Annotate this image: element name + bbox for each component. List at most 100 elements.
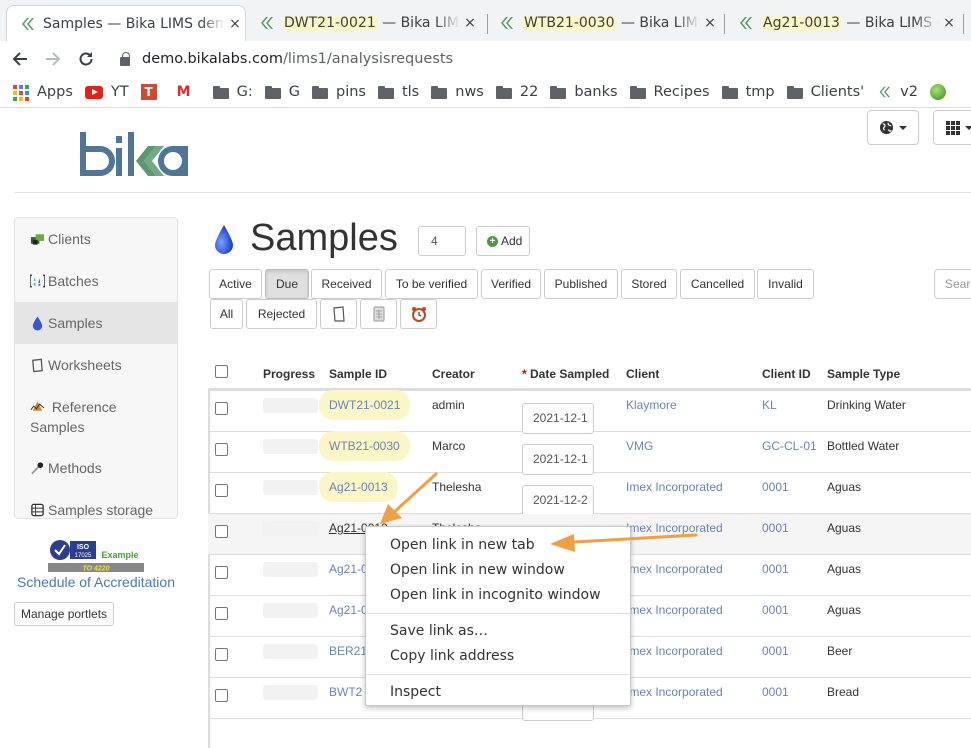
client-id-link[interactable]: 0001: [762, 480, 789, 494]
table-row[interactable]: WTB21-0030Marco2021-12-1VMGGC-CL-01Bottl…: [208, 432, 971, 473]
column-header-progress[interactable]: Progress: [263, 367, 315, 381]
client-link[interactable]: Imex Incorporated: [626, 562, 723, 576]
sidebar-item-reference-samples[interactable]: Reference Samples: [15, 386, 177, 447]
bookmark-folder-recipes[interactable]: Recipes: [630, 84, 710, 100]
row-checkbox[interactable]: [215, 484, 228, 497]
bika-logo[interactable]: [78, 132, 190, 178]
filter-late-button[interactable]: [400, 299, 437, 329]
column-header-creator[interactable]: Creator: [432, 367, 475, 381]
column-header-client[interactable]: Client: [626, 367, 659, 381]
client-link[interactable]: Klaymore: [626, 398, 677, 412]
filter-stored[interactable]: Stored: [621, 269, 677, 299]
sidebar-item-worksheets[interactable]: Worksheets: [15, 344, 177, 386]
row-checkbox[interactable]: [215, 525, 228, 538]
table-row[interactable]: Ag21-0013Thelesha2021-12-2Imex Incorpora…: [208, 473, 971, 514]
filter-all[interactable]: All: [210, 299, 243, 329]
sample-id-link[interactable]: Ag21-0: [329, 603, 368, 617]
client-link[interactable]: Imex Incorporated: [626, 644, 723, 658]
filter-active[interactable]: Active: [209, 269, 262, 299]
filter-invalid[interactable]: Invalid: [757, 269, 814, 299]
browser-tab-dwt21-0021[interactable]: DWT21-0021 — Bika LIMS demo ×: [258, 5, 480, 41]
sample-id-link[interactable]: BWT2: [329, 685, 362, 699]
menu-open-link-new-window[interactable]: Open link in new window: [366, 558, 630, 583]
client-link[interactable]: Imex Incorporated: [626, 603, 723, 617]
back-button[interactable]: [6, 45, 34, 73]
bookmark-folder-pins[interactable]: pins: [312, 84, 366, 100]
bookmark-folder-g[interactable]: G: [265, 84, 300, 100]
filter-worksheet-button[interactable]: [320, 299, 357, 329]
bookmark-yt[interactable]: YT: [85, 84, 129, 100]
sample-id-link[interactable]: Ag21-0013: [329, 480, 398, 494]
address-bar[interactable]: demo.bikalabs.com/lims1/analysisrequests: [106, 44, 971, 74]
client-id-link[interactable]: 0001: [762, 644, 789, 658]
menu-open-link-new-tab[interactable]: Open link in new tab: [366, 533, 630, 558]
bookmark-gmail[interactable]: M: [177, 85, 201, 99]
client-id-link[interactable]: 0001: [762, 521, 789, 535]
bookmark-green-globe[interactable]: [930, 84, 954, 100]
manage-portlets-button[interactable]: Manage portlets: [14, 602, 114, 626]
select-all-checkbox[interactable]: [215, 365, 228, 378]
bookmark-folder-clients[interactable]: Clients': [787, 84, 865, 100]
sidebar-item-batches[interactable]: Batches: [15, 260, 177, 302]
filter-verified[interactable]: Verified: [481, 269, 541, 299]
tab-close-icon[interactable]: ×: [700, 15, 720, 31]
client-id-link[interactable]: 0001: [762, 685, 789, 699]
iso-accreditation-logo[interactable]: ISO 17025 Example TO 4220: [48, 539, 144, 572]
browser-tab-ag21-0013[interactable]: Ag21-0013 — Bika LIMS demo ×: [737, 5, 959, 41]
row-checkbox[interactable]: [215, 648, 228, 661]
forward-button[interactable]: [39, 45, 67, 73]
row-checkbox[interactable]: [215, 607, 228, 620]
bookmark-folder-banks[interactable]: banks: [550, 84, 617, 100]
language-dropdown[interactable]: [867, 110, 919, 145]
bookmark-apps[interactable]: Apps: [13, 84, 73, 100]
sidebar-item-samples-storage[interactable]: Samples storage: [15, 489, 177, 531]
menu-open-link-incognito[interactable]: Open link in incognito window: [366, 583, 630, 608]
filter-rejected[interactable]: Rejected: [246, 299, 317, 329]
row-checkbox[interactable]: [215, 402, 228, 415]
sample-id-link[interactable]: DWT21-0021: [329, 398, 410, 412]
column-header-sample-id[interactable]: Sample ID: [329, 367, 387, 381]
sample-id-link[interactable]: WTB21-0030: [329, 439, 410, 453]
column-header-sample-type[interactable]: Sample Type: [827, 367, 900, 381]
menu-save-link-as[interactable]: Save link as…: [366, 619, 630, 644]
date-sampled-input[interactable]: 2021-12-1: [522, 403, 594, 434]
filter-to-be-verified[interactable]: To be verified: [385, 269, 478, 299]
bookmark-folder-22[interactable]: 22: [496, 84, 538, 100]
bookmark-folder-g-colon[interactable]: G:: [213, 84, 253, 100]
add-count-input[interactable]: 4: [418, 226, 466, 256]
client-link[interactable]: Imex Incorporated: [626, 521, 723, 535]
reload-button[interactable]: [72, 45, 100, 73]
filter-cancelled[interactable]: Cancelled: [680, 269, 755, 299]
bookmark-folder-tls[interactable]: tls: [378, 84, 419, 100]
filter-due[interactable]: Due: [265, 269, 309, 299]
sidebar-item-methods[interactable]: Methods: [15, 447, 177, 489]
client-id-link[interactable]: 0001: [762, 562, 789, 576]
client-link[interactable]: VMG: [626, 439, 653, 453]
filter-received[interactable]: Received: [311, 269, 382, 299]
client-id-link[interactable]: 0001: [762, 603, 789, 617]
add-sample-button[interactable]: + Add: [476, 226, 530, 256]
bookmark-v2[interactable]: v2: [876, 84, 918, 100]
column-header-date-sampled[interactable]: * Date Sampled: [522, 367, 609, 381]
tab-close-icon[interactable]: ×: [225, 16, 245, 32]
sidebar-item-clients[interactable]: Clients: [15, 218, 177, 260]
date-sampled-input[interactable]: 2021-12-2: [522, 485, 594, 516]
tab-close-icon[interactable]: ×: [939, 15, 959, 31]
sidebar-item-samples[interactable]: Samples: [15, 302, 177, 344]
bookmark-folder-nws[interactable]: nws: [431, 84, 484, 100]
row-checkbox[interactable]: [215, 566, 228, 579]
filter-published[interactable]: Published: [544, 269, 618, 299]
menu-copy-link-address[interactable]: Copy link address: [366, 644, 630, 669]
bookmark-folder-tmp[interactable]: tmp: [722, 84, 775, 100]
bookmark-t-app[interactable]: T: [141, 84, 165, 100]
search-input[interactable]: Search: [934, 269, 971, 299]
schedule-of-accreditation-link[interactable]: Schedule of Accreditation: [17, 574, 175, 590]
browser-tab-samples[interactable]: Samples — Bika LIMS demo ×: [6, 5, 246, 41]
client-id-link[interactable]: KL: [762, 398, 777, 412]
menu-inspect[interactable]: Inspect: [366, 680, 630, 705]
tab-close-icon[interactable]: ×: [460, 15, 480, 31]
sample-id-link[interactable]: BER21: [329, 644, 367, 658]
filter-assigned-button[interactable]: [360, 299, 397, 329]
client-link[interactable]: Imex Incorporated: [626, 480, 723, 494]
table-row[interactable]: DWT21-0021admin2021-12-1KlaymoreKLDrinki…: [208, 391, 971, 432]
